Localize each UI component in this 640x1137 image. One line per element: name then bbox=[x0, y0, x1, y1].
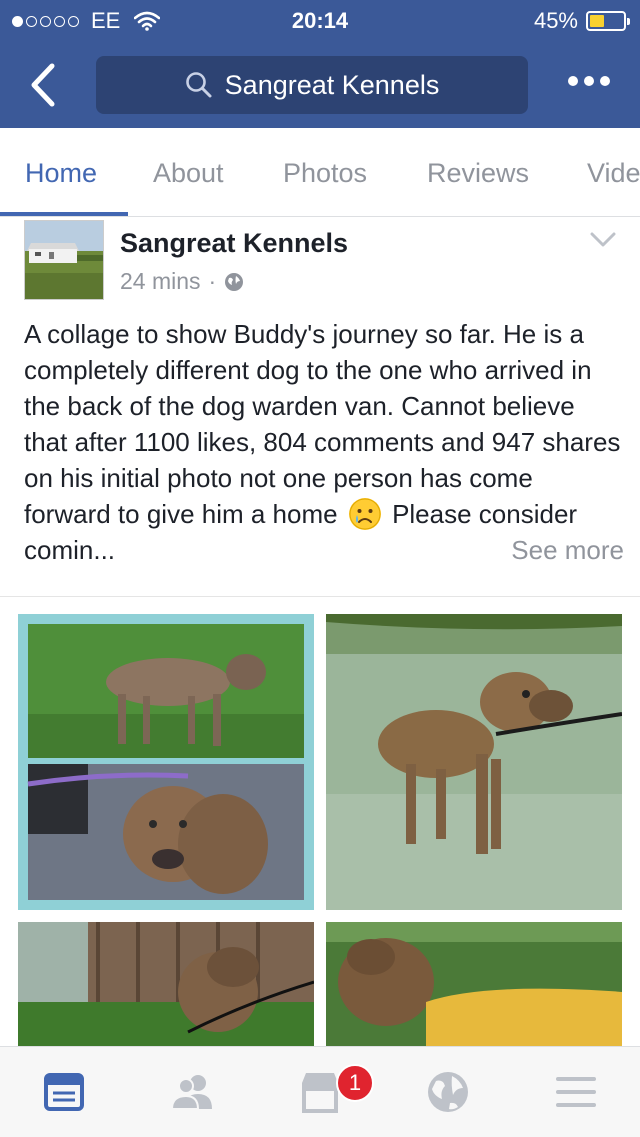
see-more-link[interactable]: See more bbox=[511, 532, 624, 568]
dog-collage-image bbox=[18, 614, 314, 910]
tab-reviews[interactable]: Reviews bbox=[427, 158, 529, 189]
hamburger-menu-icon bbox=[556, 1077, 596, 1107]
post-time[interactable]: 24 mins bbox=[120, 268, 201, 295]
kennel-building-image bbox=[25, 221, 103, 299]
photo-4[interactable] bbox=[326, 922, 622, 1052]
photo-collage-1[interactable] bbox=[18, 614, 314, 910]
search-bar[interactable]: Sangreat Kennels bbox=[96, 56, 528, 114]
active-tab-indicator bbox=[0, 212, 128, 216]
globe-icon bbox=[225, 272, 244, 291]
search-text: Sangreat Kennels bbox=[224, 69, 440, 100]
post-text: A collage to show Buddy's journey so far… bbox=[24, 319, 621, 529]
bottom-tab-bar bbox=[0, 1046, 640, 1137]
dog-by-fence-image bbox=[18, 922, 314, 1052]
more-options-button[interactable] bbox=[568, 76, 610, 86]
globe-icon bbox=[428, 1072, 468, 1112]
tab-home[interactable]: Home bbox=[25, 158, 97, 189]
chevron-down-icon bbox=[590, 232, 616, 247]
tab-videos[interactable]: Vide bbox=[587, 158, 640, 189]
page-avatar[interactable] bbox=[24, 220, 104, 300]
post-options-button[interactable] bbox=[590, 232, 616, 248]
menu-tab[interactable] bbox=[546, 1067, 606, 1117]
status-bar: EE 20:14 45% bbox=[0, 0, 640, 40]
dog-on-grass-image bbox=[326, 614, 622, 910]
divider bbox=[0, 596, 640, 597]
battery-percent: 45% bbox=[533, 8, 578, 33]
meta-separator: · bbox=[208, 268, 217, 294]
page-tabs: Home About Photos Reviews Vide bbox=[0, 128, 640, 217]
notification-badge: 1 bbox=[336, 1064, 374, 1102]
search-icon bbox=[185, 72, 212, 98]
tab-photos[interactable]: Photos bbox=[283, 158, 367, 189]
post-meta: 24 mins · bbox=[120, 268, 244, 295]
battery-icon bbox=[586, 11, 630, 31]
photo-2[interactable] bbox=[326, 614, 622, 910]
globe-notifications-tab[interactable] bbox=[418, 1067, 478, 1117]
tab-about[interactable]: About bbox=[153, 158, 224, 189]
top-bar: EE 20:14 45% Sangreat Kennels bbox=[0, 0, 640, 128]
photo-3[interactable] bbox=[18, 922, 314, 1052]
more-dots-icon bbox=[568, 76, 578, 86]
friends-tab[interactable] bbox=[162, 1067, 222, 1117]
friends-icon bbox=[170, 1075, 212, 1110]
back-button[interactable] bbox=[22, 60, 68, 110]
post-author[interactable]: Sangreat Kennels bbox=[120, 228, 348, 259]
news-feed-icon bbox=[44, 1073, 84, 1111]
dog-in-coat-image bbox=[326, 922, 622, 1052]
chevron-left-icon bbox=[31, 63, 55, 107]
crying-face-emoji-icon bbox=[348, 498, 381, 530]
news-feed-tab[interactable] bbox=[34, 1067, 94, 1117]
post-body: A collage to show Buddy's journey so far… bbox=[24, 316, 624, 568]
